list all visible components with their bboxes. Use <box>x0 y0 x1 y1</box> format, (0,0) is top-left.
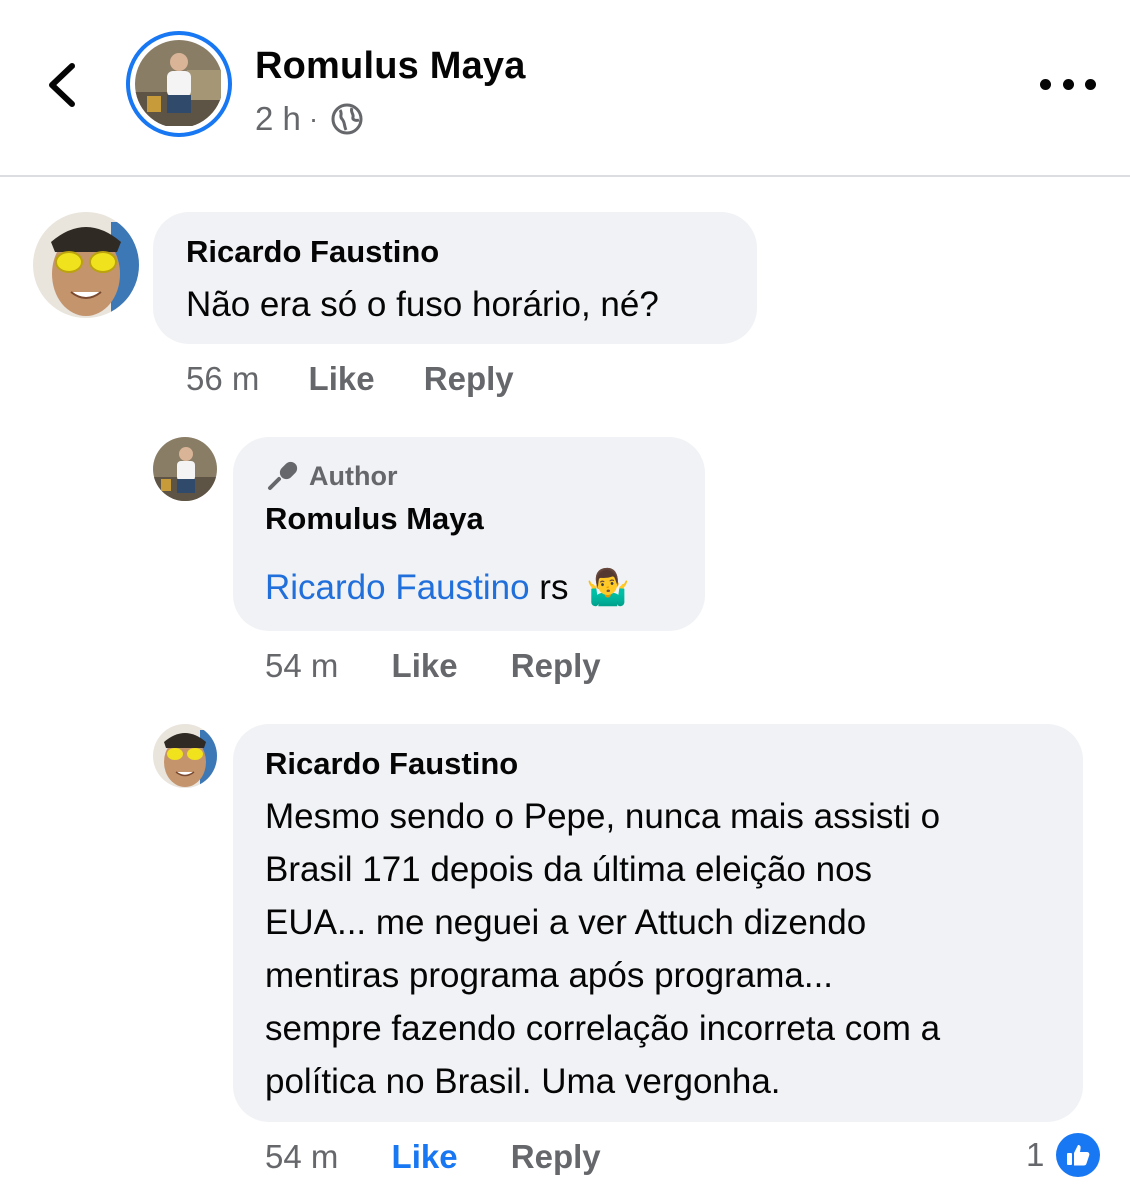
author-avatar[interactable] <box>153 437 217 501</box>
reply-button[interactable]: Reply <box>511 647 601 684</box>
author-badge-label: Author <box>309 460 398 491</box>
author-badge: Author <box>265 459 397 493</box>
microphone-icon <box>268 461 298 490</box>
thumbs-up-icon[interactable] <box>1056 1133 1100 1177</box>
globe-icon <box>331 103 363 135</box>
reaction-count[interactable]: 1 <box>1026 1136 1044 1174</box>
comment-bubble[interactable]: Ricardo Faustino Não era só o fuso horár… <box>153 212 757 344</box>
like-button[interactable]: Like <box>392 1138 458 1175</box>
post-header: Romulus Maya 2 h · <box>0 0 1130 177</box>
post-author-name[interactable]: Romulus Maya <box>255 45 526 88</box>
back-arrow-icon[interactable] <box>36 58 90 112</box>
reply-author[interactable]: Romulus Maya <box>265 501 484 537</box>
comment-time[interactable]: 56 m <box>186 360 259 397</box>
reply-button[interactable]: Reply <box>424 360 514 397</box>
reply-bubble[interactable]: Author Romulus Maya Ricardo Faustino rs … <box>233 437 705 631</box>
comment-line: sempre fazendo correlação incorreta com … <box>265 1009 941 1048</box>
post-meta: 2 h · <box>255 100 364 138</box>
more-options-icon[interactable] <box>1040 70 1096 98</box>
reply-text: Ricardo Faustino rs 🤷‍♂️ <box>265 561 630 614</box>
commenter-avatar[interactable] <box>33 212 139 318</box>
comment-line: política no Brasil. Uma vergonha. <box>265 1062 781 1101</box>
comment-author[interactable]: Ricardo Faustino <box>186 234 439 270</box>
comment-time[interactable]: 54 m <box>265 1138 338 1175</box>
comment-text: Mesmo sendo o Pepe, nunca mais assisti o… <box>265 790 940 1108</box>
comment-line: Mesmo sendo o Pepe, nunca mais assisti o <box>265 797 941 836</box>
reply-button[interactable]: Reply <box>511 1138 601 1175</box>
like-button[interactable]: Like <box>392 647 458 684</box>
mention-link[interactable]: Ricardo Faustino <box>265 568 530 607</box>
reply-time[interactable]: 54 m <box>265 647 338 684</box>
like-button[interactable]: Like <box>309 360 375 397</box>
comment-line: EUA... me neguei a ver Attuch dizendo <box>265 903 867 942</box>
post-time[interactable]: 2 h <box>255 100 301 138</box>
reply-text-suffix: rs <box>529 568 569 607</box>
reply-actions: 54 m Like Reply <box>265 647 601 685</box>
meta-separator: · <box>308 103 319 134</box>
comment-text: Não era só o fuso horário, né? <box>186 285 659 324</box>
header-avatar[interactable] <box>126 31 232 137</box>
comment-line: Brasil 171 depois da última eleição nos <box>265 850 873 889</box>
comment-bubble[interactable]: Ricardo Faustino Mesmo sendo o Pepe, nun… <box>233 724 1083 1122</box>
comment-actions: 54 m Like Reply <box>265 1138 601 1176</box>
comment-author[interactable]: Ricardo Faustino <box>265 746 518 782</box>
shrug-emoji: 🤷‍♂️ <box>586 568 630 607</box>
comment-line: mentiras programa após programa... <box>265 956 834 995</box>
commenter-avatar[interactable] <box>153 724 217 788</box>
comment-actions: 56 m Like Reply <box>186 360 514 398</box>
